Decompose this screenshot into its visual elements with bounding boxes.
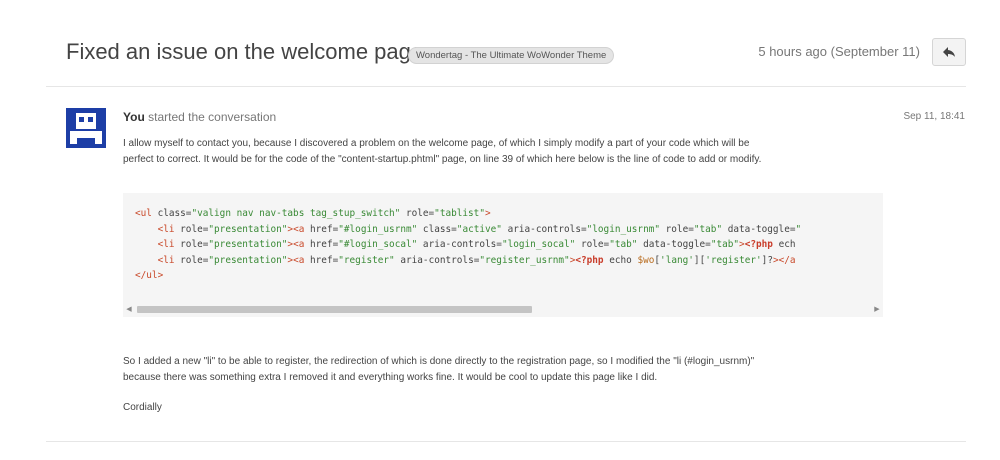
message-intro: I allow myself to contact you, because I…: [123, 136, 893, 168]
reply-button[interactable]: [932, 38, 966, 66]
code-content: <ul class="valign nav nav-tabs tag_stup_…: [135, 206, 801, 284]
message-outro: So I added a new "li" to be able to regi…: [123, 354, 893, 386]
intro-line: I allow myself to contact you, because I…: [123, 138, 750, 149]
scrollbar-thumb[interactable]: [137, 306, 532, 313]
outro-line: So I added a new "li" to be able to regi…: [123, 356, 755, 367]
message-date: Sep 11, 18:41: [903, 111, 965, 122]
pixel-avatar-icon[interactable]: [66, 108, 106, 148]
conversation-header: Fixed an issue on the welcome page Wonde…: [66, 36, 966, 72]
message-meta: You started the conversation: [123, 110, 276, 124]
code-block[interactable]: <ul class="valign nav nav-tabs tag_stup_…: [123, 193, 883, 317]
message-closing: Cordially: [123, 402, 162, 413]
horizontal-scrollbar[interactable]: ◀ ▶: [123, 303, 883, 315]
conversation-title: Fixed an issue on the welcome page: [66, 39, 424, 64]
message-action: started the conversation: [148, 110, 277, 124]
code-line: </ul>: [135, 270, 164, 281]
author-name[interactable]: You: [123, 110, 145, 124]
code-line: <ul class="valign nav nav-tabs tag_stup_…: [135, 208, 491, 219]
reply-arrow-icon: [943, 47, 955, 57]
outro-line: because there was something extra I remo…: [123, 372, 658, 383]
header-divider: [46, 86, 966, 87]
footer-divider: [46, 441, 966, 442]
intro-line: perfect to correct. It would be for the …: [123, 154, 762, 165]
conversation-time: 5 hours ago (September 11): [758, 44, 920, 59]
scroll-left-icon[interactable]: ◀: [123, 303, 135, 315]
code-line: <li role="presentation"><a href="#login_…: [157, 239, 796, 250]
product-tag-badge[interactable]: Wondertag - The Ultimate WoWonder Theme: [408, 47, 615, 64]
scroll-right-icon[interactable]: ▶: [871, 303, 883, 315]
code-line: <li role="presentation"><a href="registe…: [157, 254, 796, 266]
code-line: <li role="presentation"><a href="#login_…: [157, 223, 802, 235]
